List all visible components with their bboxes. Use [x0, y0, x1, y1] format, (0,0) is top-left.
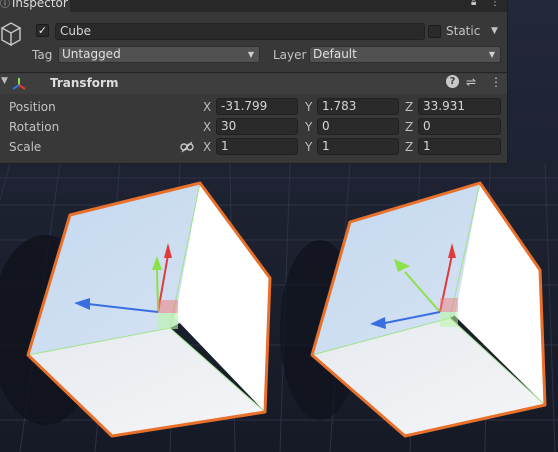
rotation-x-field[interactable]: 30: [216, 118, 298, 135]
active-checkbox[interactable]: ✓: [36, 24, 49, 37]
position-z-value: 33.931: [423, 99, 465, 113]
axis-y-label[interactable]: Y: [305, 120, 312, 135]
header-divider: [0, 72, 507, 73]
scale-x-field[interactable]: 1: [216, 138, 298, 155]
axis-z-label[interactable]: Z: [405, 140, 413, 155]
layer-value: Default: [313, 47, 357, 61]
position-z-field[interactable]: 33.931: [418, 98, 501, 115]
axis-z-label[interactable]: Z: [405, 120, 413, 135]
scale-y-field[interactable]: 1: [317, 138, 399, 155]
scale-z-value: 1: [423, 139, 431, 153]
axis-z-label[interactable]: Z: [405, 100, 413, 115]
scale-x-value: 1: [221, 139, 229, 153]
scale-y-value: 1: [322, 139, 330, 153]
component-title: Transform: [50, 76, 119, 90]
inspector-tab-bar: ⓘ Inspector 🔒︎ ⋮: [0, 0, 507, 12]
position-x-value: -31.799: [221, 99, 268, 113]
cube-icon: [0, 22, 22, 47]
rotation-label: Rotation: [9, 120, 60, 134]
transform-component-header[interactable]: ▼ Transform ? ⇌ ⋮: [0, 74, 507, 94]
tag-value: Untagged: [62, 47, 121, 61]
presets-icon[interactable]: ⇌: [466, 75, 476, 89]
dropdown-arrow-icon: ▼: [488, 50, 495, 59]
layer-dropdown[interactable]: Default ▼: [309, 46, 501, 63]
position-label: Position: [9, 100, 56, 114]
layer-label: Layer: [273, 48, 307, 62]
scale-z-field[interactable]: 1: [418, 138, 501, 155]
tag-dropdown[interactable]: Untagged ▼: [58, 46, 260, 63]
constrain-proportions-icon[interactable]: [180, 141, 194, 153]
position-y-field[interactable]: 1.783: [317, 98, 399, 115]
inspector-icon: ⓘ: [0, 0, 10, 10]
rotation-z-value: 0: [423, 119, 431, 133]
tab-inspector-label: Inspector: [11, 0, 68, 10]
more-icon[interactable]: ⋮: [490, 0, 500, 8]
static-checkbox[interactable]: [428, 25, 441, 38]
static-label: Static: [446, 24, 481, 38]
transform-icon: [12, 78, 26, 90]
rotation-y-value: 0: [322, 119, 330, 133]
position-x-field[interactable]: -31.799: [216, 98, 298, 115]
object-name-value: Cube: [60, 24, 91, 38]
axis-x-label[interactable]: X: [203, 140, 211, 155]
help-icon[interactable]: ?: [446, 75, 459, 88]
axis-x-label[interactable]: X: [203, 120, 211, 135]
position-y-value: 1.783: [322, 99, 357, 113]
scale-label: Scale: [9, 140, 42, 154]
dropdown-arrow-icon[interactable]: ▼: [491, 24, 498, 39]
rotation-y-field[interactable]: 0: [317, 118, 399, 135]
rotation-x-value: 30: [221, 119, 237, 133]
tag-label: Tag: [32, 48, 53, 62]
tab-inspector[interactable]: ⓘ Inspector: [0, 0, 70, 12]
axis-y-label[interactable]: Y: [305, 100, 312, 115]
axis-x-label[interactable]: X: [203, 100, 211, 115]
inspector-panel: ⓘ Inspector 🔒︎ ⋮ ✓ Cube Static ▼ Tag Unt…: [0, 0, 508, 164]
axis-y-label[interactable]: Y: [305, 140, 312, 155]
expand-arrow-icon[interactable]: ▼: [1, 76, 8, 86]
lock-icon[interactable]: 🔒︎: [471, 0, 476, 8]
dropdown-arrow-icon: ▼: [247, 50, 254, 59]
more-icon[interactable]: ⋮: [490, 75, 502, 89]
rotation-z-field[interactable]: 0: [418, 118, 501, 135]
object-name-field[interactable]: Cube: [55, 23, 425, 40]
